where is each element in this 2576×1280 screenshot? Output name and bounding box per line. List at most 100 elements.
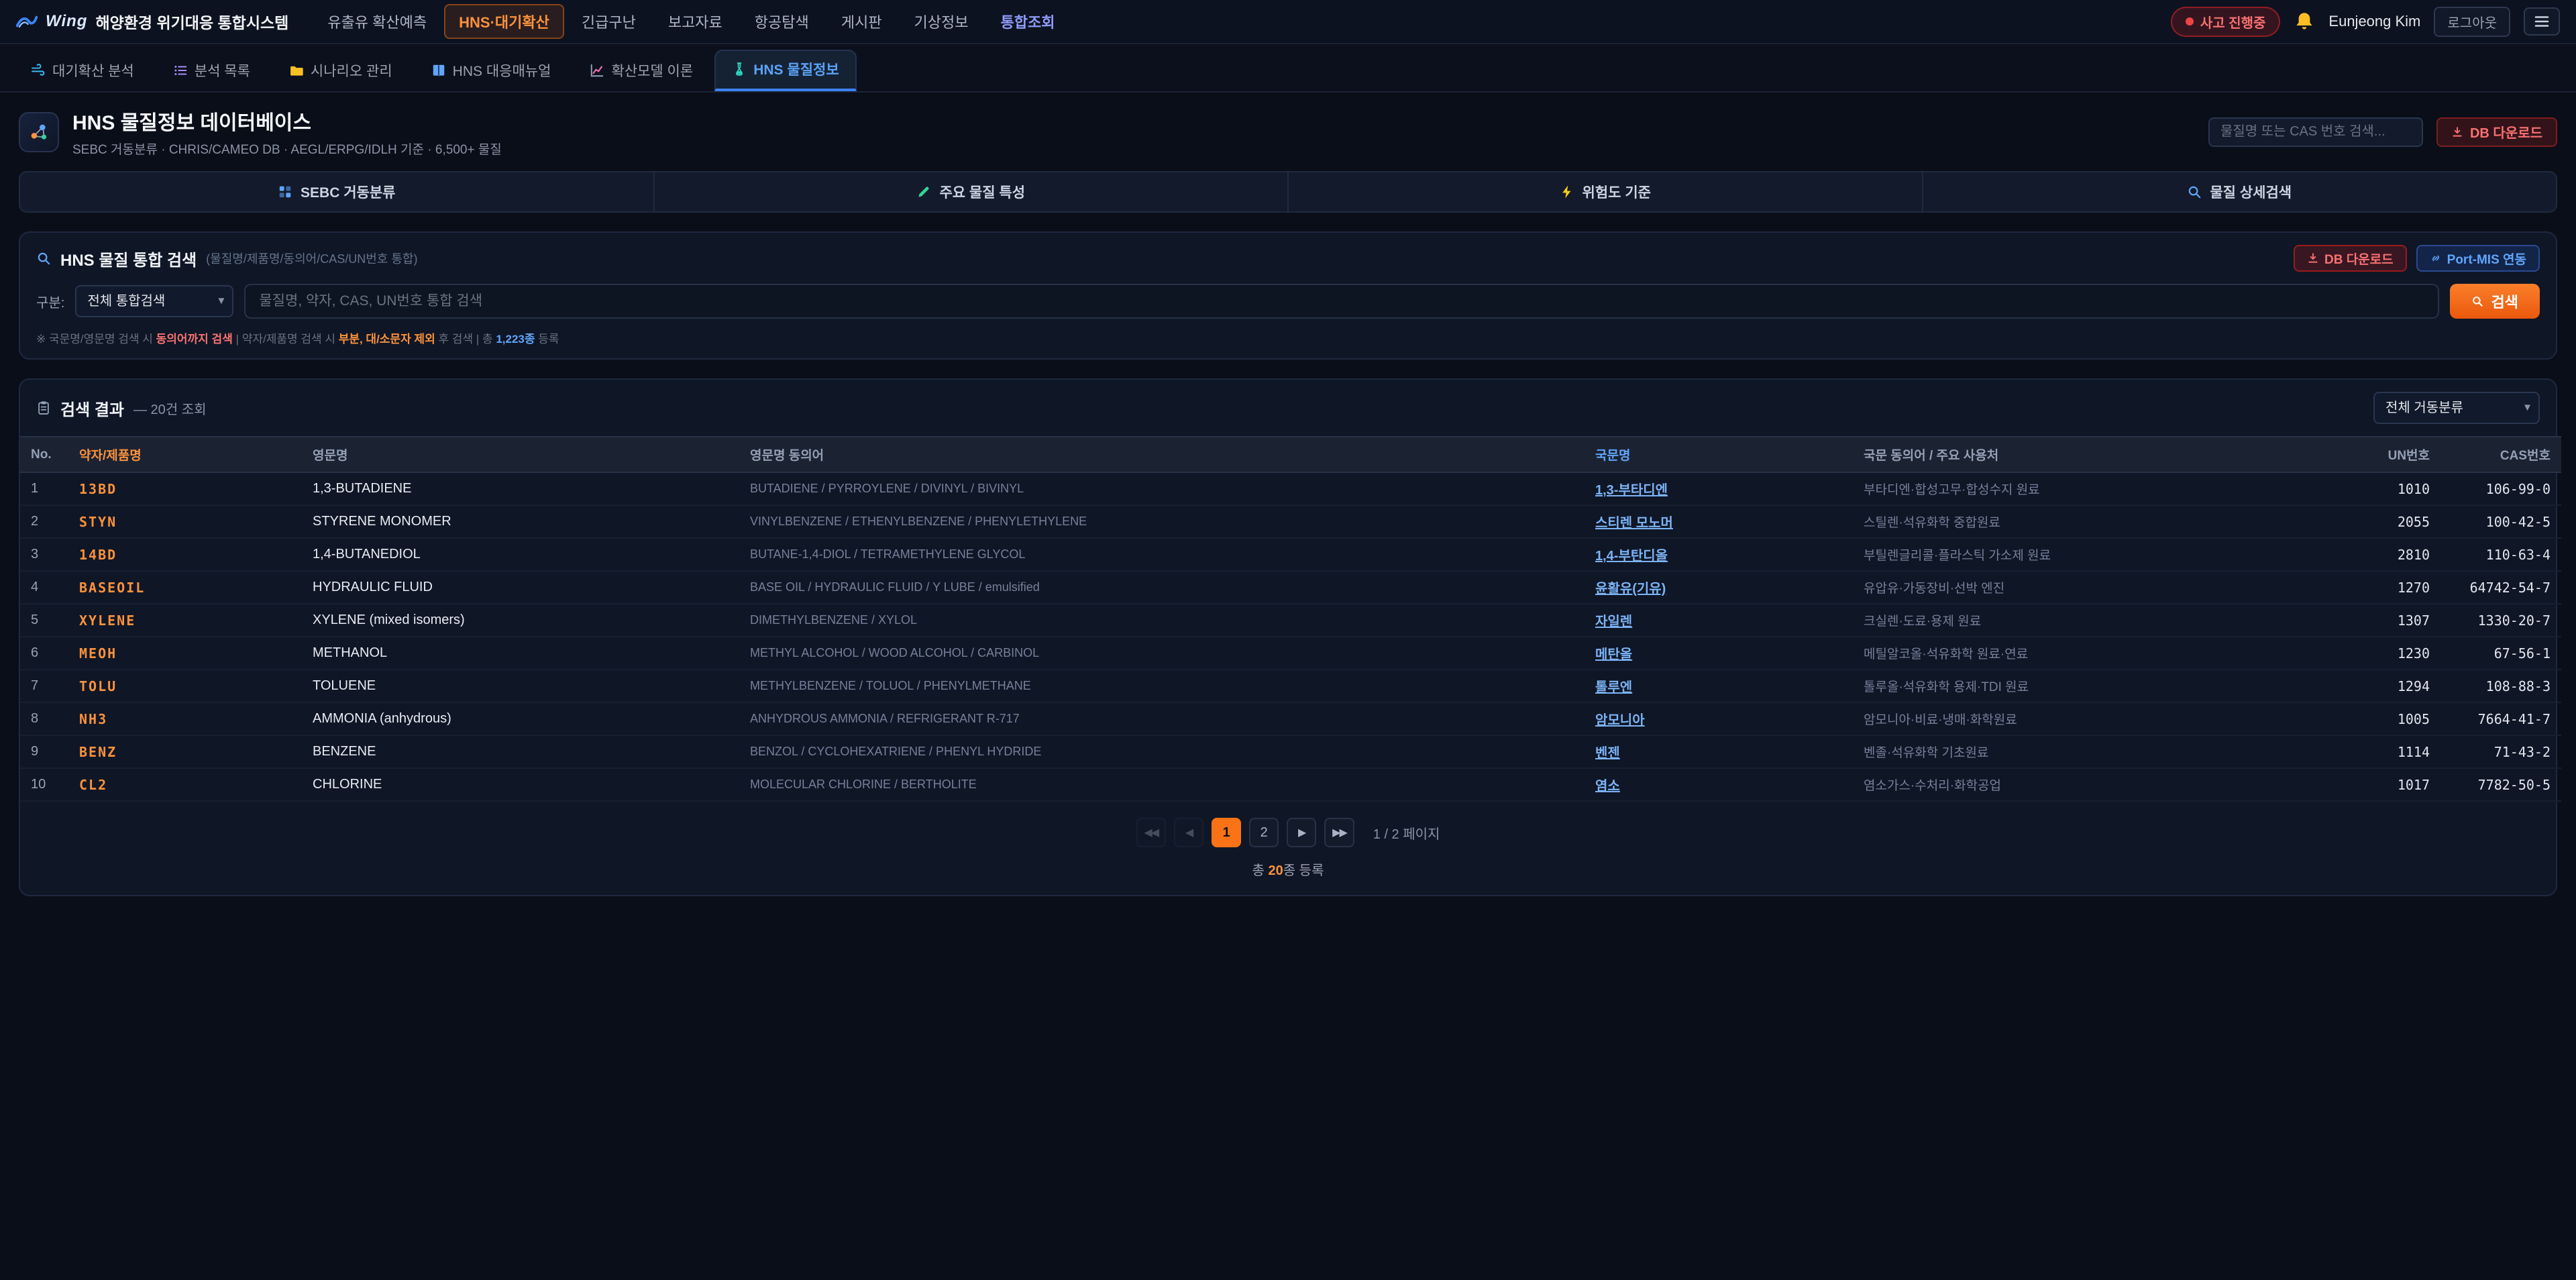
row-korean-synonyms: 스틸렌·석유화학 중합원료: [1853, 505, 2360, 538]
tab-3[interactable]: HNS 대응매뉴얼: [414, 51, 569, 91]
table-row[interactable]: 7TOLUTOLUENEMETHYLBENZENE / TOLUOL / PHE…: [20, 670, 2561, 702]
logout-button[interactable]: 로그아웃: [2434, 7, 2510, 37]
column-header-7[interactable]: CAS번호: [2440, 437, 2561, 472]
nav-item-0[interactable]: 유출유 확산예측: [313, 4, 441, 39]
folder-icon: [289, 63, 304, 78]
korean-name-link[interactable]: 스티렌 모노머: [1595, 516, 1673, 531]
column-header-2[interactable]: 영문명: [302, 437, 739, 472]
row-cas-number: 110-63-4: [2440, 538, 2561, 571]
row-korean-name-cell: 1,3-부타디엔: [1585, 472, 1853, 505]
korean-name-link[interactable]: 메탄올: [1595, 647, 1632, 662]
pagination-info: 1 / 2 페이지: [1373, 823, 1440, 843]
helper-segment: 등록: [535, 333, 559, 345]
row-un-number: 1307: [2360, 604, 2440, 637]
wing-logo-icon: [16, 11, 38, 32]
row-korean-name-cell: 암모니아: [1585, 702, 1853, 735]
category-select[interactable]: 전체 통합검색: [75, 285, 233, 317]
row-cas-number: 67-56-1: [2440, 637, 2561, 670]
search-helper-text: ※ 국문명/영문명 검색 시 동의어까지 검색 | 약자/제품명 검색 시 부분…: [20, 329, 2556, 358]
user-name: Eunjeong Kim: [2328, 13, 2420, 30]
feature-button-2[interactable]: 위험도 기준: [1289, 172, 1923, 211]
pagination-next-button[interactable]: ▶: [1287, 818, 1316, 847]
search-button[interactable]: 검색: [2450, 284, 2540, 319]
results-title: 검색 결과: [60, 396, 124, 420]
column-header-6[interactable]: UN번호: [2360, 437, 2440, 472]
behavior-filter-select[interactable]: 전체 거동분류: [2373, 392, 2540, 424]
korean-name-link[interactable]: 1,3-부타디엔: [1595, 483, 1668, 498]
tab-4[interactable]: 확산모델 이론: [572, 51, 710, 91]
row-cas-number: 71-43-2: [2440, 735, 2561, 768]
results-table-body: 113BD1,3-BUTADIENEBUTADIENE / PYRROYLENE…: [20, 472, 2561, 801]
row-abbreviation: TOLU: [68, 670, 302, 702]
row-english-synonyms: BUTADIENE / PYRROYLENE / DIVINYL / BIVIN…: [739, 472, 1585, 505]
pagination-first-button[interactable]: ◀◀: [1136, 818, 1167, 847]
main-nav: 유출유 확산예측HNS·대기확산긴급구난보고자료항공탐색게시판기상정보통합조회: [313, 4, 2147, 39]
flask-icon: [732, 62, 747, 76]
top-right-cluster: 사고 진행중 Eunjeong Kim 로그아웃: [2171, 7, 2560, 37]
tab-1[interactable]: 분석 목록: [156, 51, 268, 91]
row-korean-synonyms: 암모니아·비료·냉매·화학원료: [1853, 702, 2360, 735]
page-titles: HNS 물질정보 데이터베이스 SEBC 거동분류 · CHRIS/CAMEO …: [72, 106, 2195, 158]
nav-item-6[interactable]: 기상정보: [900, 4, 983, 39]
table-row[interactable]: 8NH3AMMONIA (anhydrous)ANHYDROUS AMMONIA…: [20, 702, 2561, 735]
search-icon: [36, 251, 51, 266]
tab-label: 대기확산 분석: [52, 60, 134, 81]
page-button-1[interactable]: 1: [1212, 818, 1241, 847]
korean-name-link[interactable]: 윤활유(기유): [1595, 582, 1666, 596]
page-subtitle: SEBC 거동분류 · CHRIS/CAMEO DB · AEGL/ERPG/I…: [72, 140, 2195, 158]
db-download-button[interactable]: DB 다운로드: [2294, 245, 2407, 272]
table-row[interactable]: 5XYLENEXYLENE (mixed isomers)DIMETHYLBEN…: [20, 604, 2561, 637]
korean-name-link[interactable]: 자일렌: [1595, 615, 1632, 629]
feature-button-3[interactable]: 물질 상세검색: [1923, 172, 2557, 211]
table-row[interactable]: 6MEOHMETHANOLMETHYL ALCOHOL / WOOD ALCOH…: [20, 637, 2561, 670]
header-search-input[interactable]: [2208, 117, 2423, 147]
table-row[interactable]: 113BD1,3-BUTADIENEBUTADIENE / PYRROYLENE…: [20, 472, 2561, 505]
column-header-3[interactable]: 영문명 동의어: [739, 437, 1585, 472]
row-korean-name-cell: 자일렌: [1585, 604, 1853, 637]
feature-button-0[interactable]: SEBC 거동분류: [20, 172, 655, 211]
pagination-last-button[interactable]: ▶▶: [1324, 818, 1354, 847]
tab-0[interactable]: 대기확산 분석: [13, 51, 152, 91]
table-row[interactable]: 2STYNSTYRENE MONOMERVINYLBENZENE / ETHEN…: [20, 505, 2561, 538]
pen-icon: [916, 184, 931, 199]
page-button-2[interactable]: 2: [1249, 818, 1279, 847]
row-english-name: 1,3-BUTADIENE: [302, 472, 739, 505]
nav-item-2[interactable]: 긴급구난: [567, 4, 651, 39]
nav-item-5[interactable]: 게시판: [826, 4, 897, 39]
table-row[interactable]: 4BASEOILHYDRAULIC FLUIDBASE OIL / HYDRAU…: [20, 571, 2561, 604]
nav-item-3[interactable]: 보고자료: [653, 4, 737, 39]
column-header-1[interactable]: 약자/제품명: [68, 437, 302, 472]
row-abbreviation: STYN: [68, 505, 302, 538]
nav-item-1[interactable]: HNS·대기확산: [444, 4, 564, 39]
pagination-prev-button[interactable]: ◀: [1174, 818, 1203, 847]
header-db-download-button[interactable]: DB 다운로드: [2436, 117, 2557, 147]
behavior-filter-wrap: 전체 거동분류: [2373, 392, 2540, 424]
korean-name-link[interactable]: 벤젠: [1595, 746, 1620, 761]
nav-item-7[interactable]: 통합조회: [985, 4, 1069, 39]
column-header-0[interactable]: No.: [20, 437, 68, 472]
table-row[interactable]: 9BENZBENZENEBENZOL / CYCLOHEXATRIENE / P…: [20, 735, 2561, 768]
portmis-link-button[interactable]: Port-MIS 연동: [2416, 245, 2540, 272]
row-english-synonyms: BASE OIL / HYDRAULIC FLUID / Y LUBE / em…: [739, 571, 1585, 604]
table-row[interactable]: 10CL2CHLORINEMOLECULAR CHLORINE / BERTHO…: [20, 768, 2561, 801]
unified-search-input[interactable]: [244, 284, 2438, 319]
column-header-4[interactable]: 국문명: [1585, 437, 1853, 472]
bell-icon[interactable]: [2294, 11, 2315, 32]
tab-2[interactable]: 시나리오 관리: [272, 51, 410, 91]
row-korean-synonyms: 톨루올·석유화학 용제·TDI 원료: [1853, 670, 2360, 702]
total-count: 20: [1268, 863, 1283, 878]
incident-status-badge[interactable]: 사고 진행중: [2171, 7, 2281, 37]
tab-5[interactable]: HNS 물질정보: [714, 50, 856, 91]
hamburger-menu-icon[interactable]: [2524, 7, 2560, 36]
row-un-number: 1114: [2360, 735, 2440, 768]
feature-button-1[interactable]: 주요 물질 특성: [655, 172, 1289, 211]
korean-name-link[interactable]: 1,4-부탄디올: [1595, 549, 1668, 564]
pagination: ◀◀ ◀ 12 ▶ ▶▶ 1 / 2 페이지: [20, 802, 2556, 853]
korean-name-link[interactable]: 염소: [1595, 779, 1620, 794]
korean-name-link[interactable]: 톨루엔: [1595, 680, 1632, 695]
nav-item-4[interactable]: 항공탐색: [740, 4, 824, 39]
brand[interactable]: Wing 해양환경 위기대응 통합시스템: [16, 10, 288, 33]
korean-name-link[interactable]: 암모니아: [1595, 713, 1645, 728]
table-row[interactable]: 314BD1,4-BUTANEDIOLBUTANE-1,4-DIOL / TET…: [20, 538, 2561, 571]
column-header-5[interactable]: 국문 동의어 / 주요 사용처: [1853, 437, 2360, 472]
